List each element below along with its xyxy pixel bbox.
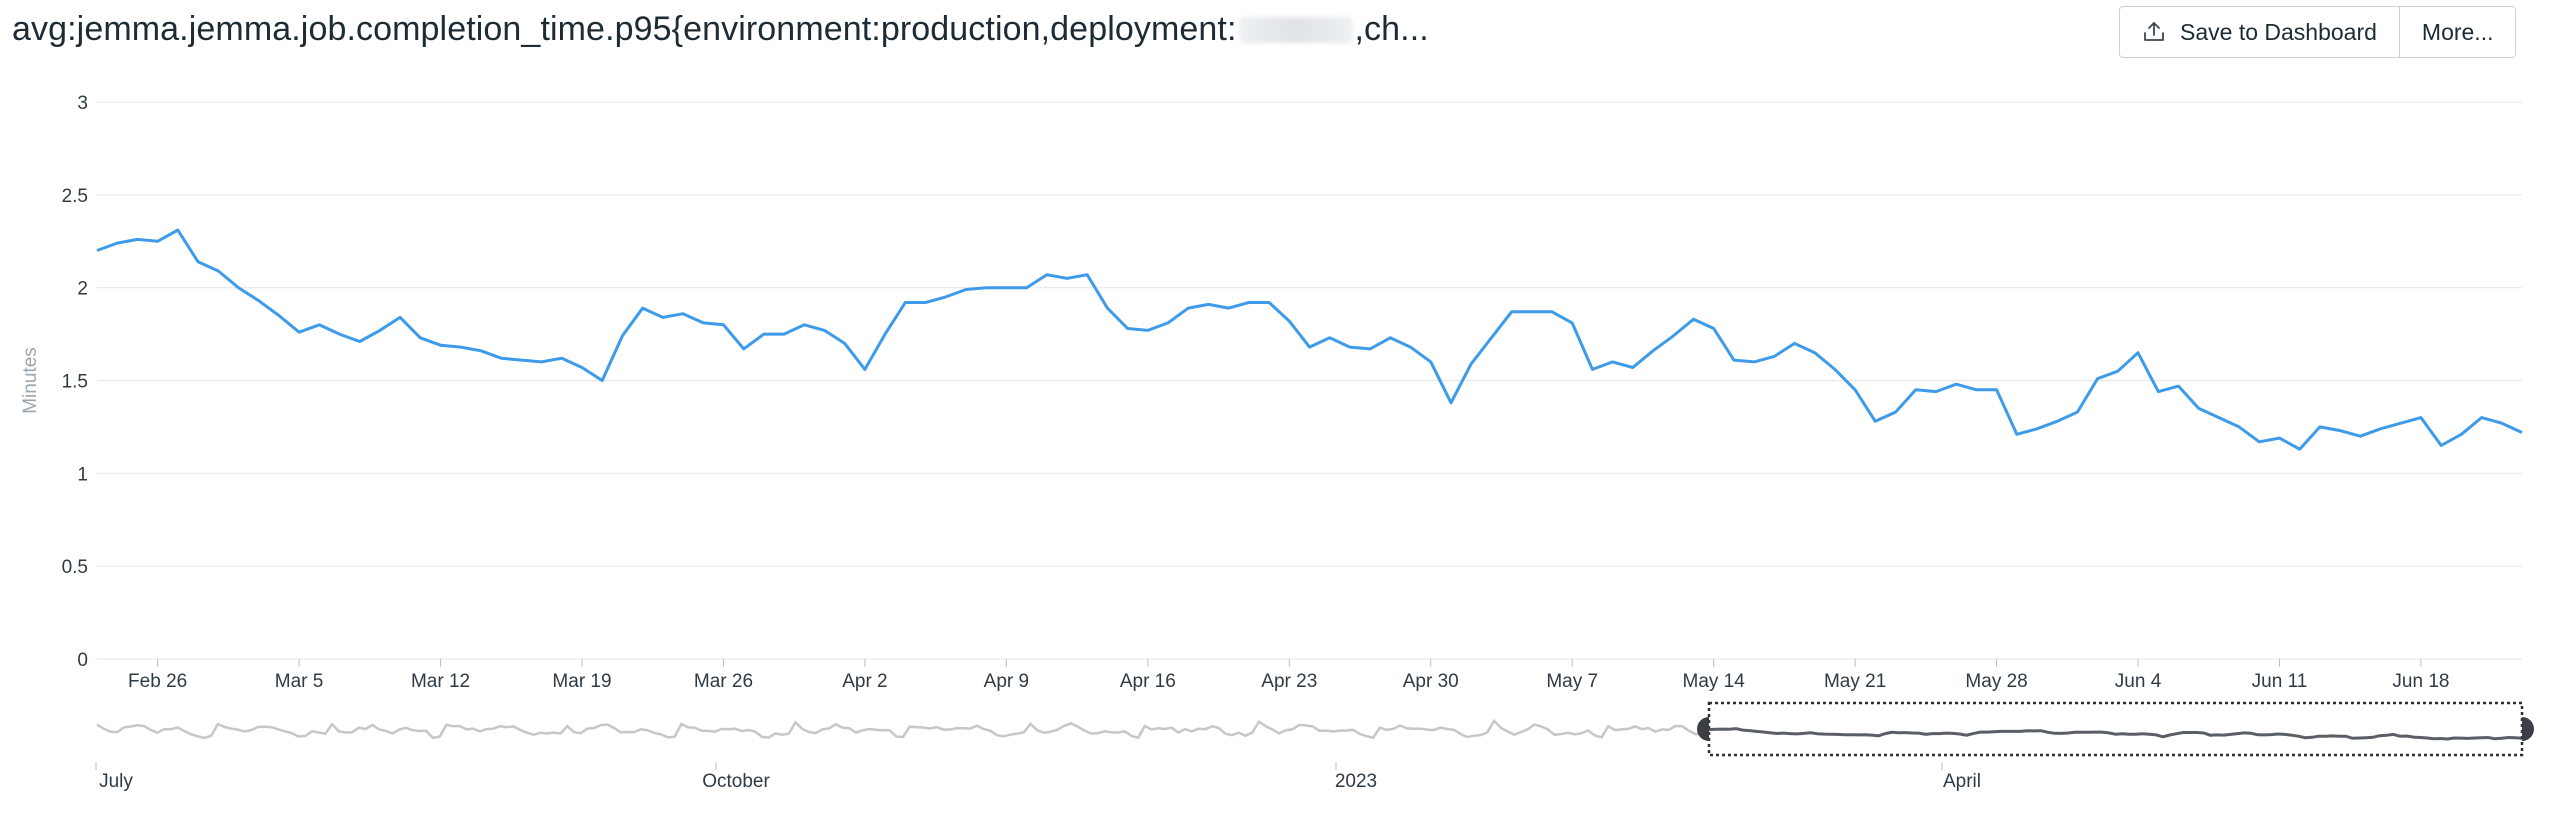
y-tick-label: 0 [77, 650, 88, 671]
x-tick-label: Mar 12 [411, 671, 470, 692]
x-tick-label: Jun 18 [2392, 671, 2449, 692]
grid-lines [97, 101, 2522, 660]
y-tick-label: 2 [77, 279, 88, 300]
x-tick-label: Feb 26 [128, 671, 187, 692]
overview-tick-label: 2023 [1335, 771, 1377, 792]
x-tick-label: Jun 4 [2115, 671, 2162, 692]
x-tick-label: May 7 [1546, 671, 1598, 692]
x-tick-label: May 14 [1683, 671, 1746, 692]
y-axis-label: Minutes [20, 347, 41, 414]
x-tick-label: Mar 5 [275, 671, 324, 692]
x-axis: Feb 26 Mar 5 Mar 12 Mar 19 Mar 26 Apr 2 Apr 9 A… [128, 659, 2449, 692]
overview-right-handle [2522, 717, 2534, 741]
overview-line [96, 718, 1710, 740]
series-line [96, 228, 2523, 451]
overview-tick-label: October [702, 771, 770, 792]
overview-tick-label: July [99, 771, 133, 792]
x-tick-label: Jun 11 [2252, 671, 2308, 692]
overview-selected-line [1708, 727, 2523, 741]
y-tick-label: 2.5 [62, 186, 88, 207]
y-tick-label: 0.5 [62, 557, 88, 578]
x-tick-label: Apr 2 [842, 671, 887, 692]
overview-navigator: July October 2023 April [95, 701, 2534, 792]
y-tick-label: 1.5 [62, 372, 88, 393]
x-tick-label: Apr 9 [984, 671, 1029, 692]
series-layer [96, 228, 2523, 451]
x-tick-label: Mar 19 [552, 671, 611, 692]
x-tick-label: May 21 [1824, 671, 1886, 692]
overview-tick-label: April [1943, 771, 1981, 792]
x-tick-label: Apr 23 [1261, 671, 1317, 692]
x-tick-label: Apr 16 [1120, 671, 1176, 692]
overview-selection-box [1707, 701, 2524, 757]
y-tick-label: 1 [77, 464, 88, 485]
overview-left-handle [1697, 717, 1709, 741]
y-axis: 0 0.5 1 1.5 2 2.5 3 [62, 93, 88, 671]
x-tick-label: Mar 26 [694, 671, 753, 692]
x-tick-label: Apr 30 [1403, 671, 1459, 692]
y-tick-label: 3 [77, 93, 88, 114]
x-tick-label: May 28 [1965, 671, 2027, 692]
chart-area: 0 0.5 1 1.5 2 2.5 3 Minutes Feb 26 Mar 5 Mar 12 M… [20, 93, 2534, 792]
